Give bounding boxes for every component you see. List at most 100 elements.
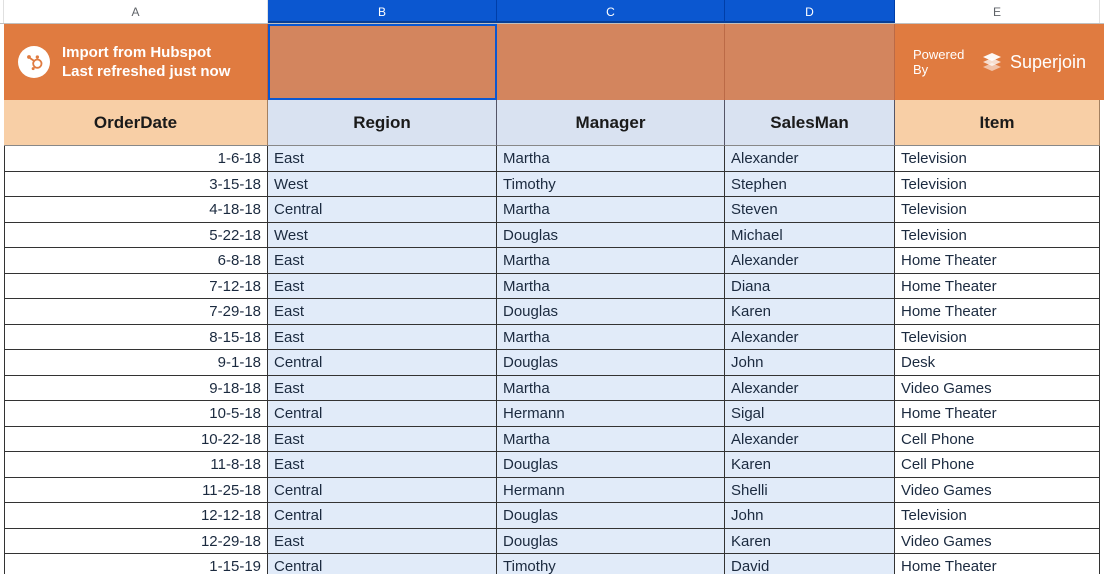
cell-E[interactable]: Cell Phone [895, 452, 1100, 478]
cell-D[interactable]: Alexander [725, 248, 895, 274]
cell-C[interactable]: Douglas [497, 350, 725, 376]
cell-E[interactable]: Home Theater [895, 274, 1100, 300]
table-row: 1-15-19CentralTimothyDavidHome Theater [0, 554, 1104, 574]
cell-C[interactable]: Martha [497, 248, 725, 274]
cell-B[interactable]: East [268, 299, 497, 325]
cell-A[interactable]: 11-8-18 [4, 452, 268, 478]
cell-E[interactable]: Video Games [895, 376, 1100, 402]
cell-C[interactable]: Martha [497, 197, 725, 223]
cell-C[interactable]: Hermann [497, 478, 725, 504]
cell-B[interactable]: West [268, 172, 497, 198]
cell-B[interactable]: East [268, 427, 497, 453]
cell-B[interactable]: East [268, 274, 497, 300]
cell-B[interactable]: East [268, 146, 497, 172]
cell-B[interactable]: East [268, 529, 497, 555]
cell-A[interactable]: 11-25-18 [4, 478, 268, 504]
cell-C[interactable]: Douglas [497, 529, 725, 555]
cell-C[interactable]: Hermann [497, 401, 725, 427]
cell-C[interactable]: Douglas [497, 299, 725, 325]
cell-A[interactable]: 9-18-18 [4, 376, 268, 402]
cell-B[interactable]: West [268, 223, 497, 249]
cell-A[interactable]: 4-18-18 [4, 197, 268, 223]
table-header-row: OrderDate Region Manager SalesMan Item [0, 100, 1104, 146]
col-header-A[interactable]: A [4, 0, 268, 23]
cell-B[interactable]: Central [268, 197, 497, 223]
cell-C[interactable]: Douglas [497, 452, 725, 478]
cell-C[interactable]: Martha [497, 146, 725, 172]
cell-B[interactable]: Central [268, 350, 497, 376]
cell-B[interactable]: Central [268, 554, 497, 574]
cell-B[interactable]: East [268, 452, 497, 478]
cell-E[interactable]: Television [895, 223, 1100, 249]
cell-D[interactable]: Michael [725, 223, 895, 249]
cell-B[interactable]: East [268, 325, 497, 351]
cell-A[interactable]: 12-29-18 [4, 529, 268, 555]
cell-B[interactable]: East [268, 376, 497, 402]
cell-D[interactable]: Sigal [725, 401, 895, 427]
cell-A[interactable]: 5-22-18 [4, 223, 268, 249]
cell-C[interactable]: Martha [497, 376, 725, 402]
cell-E[interactable]: Cell Phone [895, 427, 1100, 453]
col-header-C[interactable]: C [497, 0, 725, 23]
cell-C[interactable]: Timothy [497, 554, 725, 574]
cell-C[interactable]: Timothy [497, 172, 725, 198]
cell-D[interactable]: Alexander [725, 325, 895, 351]
cell-A[interactable]: 9-1-18 [4, 350, 268, 376]
cell-B[interactable]: East [268, 248, 497, 274]
cell-E[interactable]: Home Theater [895, 554, 1100, 574]
cell-A[interactable]: 8-15-18 [4, 325, 268, 351]
col-header-E[interactable]: E [895, 0, 1100, 23]
col-header-D[interactable]: D [725, 0, 895, 23]
cell-D[interactable]: John [725, 503, 895, 529]
cell-A[interactable]: 3-15-18 [4, 172, 268, 198]
cell-C[interactable]: Douglas [497, 223, 725, 249]
cell-D[interactable]: John [725, 350, 895, 376]
header-orderdate[interactable]: OrderDate [4, 100, 268, 146]
cell-B[interactable]: Central [268, 478, 497, 504]
cell-A[interactable]: 10-5-18 [4, 401, 268, 427]
cell-D[interactable]: Alexander [725, 427, 895, 453]
cell-E[interactable]: Video Games [895, 478, 1100, 504]
cell-C[interactable]: Martha [497, 325, 725, 351]
cell-B[interactable]: Central [268, 401, 497, 427]
cell-E[interactable]: Television [895, 503, 1100, 529]
header-salesman[interactable]: SalesMan [725, 100, 895, 146]
cell-D[interactable]: Stephen [725, 172, 895, 198]
cell-E[interactable]: Television [895, 146, 1100, 172]
col-header-B[interactable]: B [268, 0, 497, 23]
header-manager[interactable]: Manager [497, 100, 725, 146]
cell-E[interactable]: Home Theater [895, 401, 1100, 427]
cell-A[interactable]: 10-22-18 [4, 427, 268, 453]
cell-E[interactable]: Home Theater [895, 299, 1100, 325]
header-item[interactable]: Item [895, 100, 1100, 146]
cell-C[interactable]: Martha [497, 427, 725, 453]
cell-D[interactable]: Karen [725, 452, 895, 478]
cell-E[interactable]: Home Theater [895, 248, 1100, 274]
cell-E[interactable]: Television [895, 325, 1100, 351]
cell-E[interactable]: Television [895, 172, 1100, 198]
cell-A[interactable]: 12-12-18 [4, 503, 268, 529]
banner-cell-D[interactable] [725, 24, 895, 100]
cell-E[interactable]: Television [895, 197, 1100, 223]
cell-D[interactable]: Karen [725, 529, 895, 555]
header-region[interactable]: Region [268, 100, 497, 146]
cell-B[interactable]: Central [268, 503, 497, 529]
cell-A[interactable]: 1-15-19 [4, 554, 268, 574]
cell-A[interactable]: 1-6-18 [4, 146, 268, 172]
cell-D[interactable]: Shelli [725, 478, 895, 504]
cell-D[interactable]: Steven [725, 197, 895, 223]
cell-A[interactable]: 6-8-18 [4, 248, 268, 274]
cell-A[interactable]: 7-29-18 [4, 299, 268, 325]
cell-D[interactable]: Karen [725, 299, 895, 325]
cell-C[interactable]: Martha [497, 274, 725, 300]
cell-C[interactable]: Douglas [497, 503, 725, 529]
cell-D[interactable]: Alexander [725, 376, 895, 402]
banner-cell-B[interactable] [268, 24, 497, 100]
cell-A[interactable]: 7-12-18 [4, 274, 268, 300]
cell-D[interactable]: David [725, 554, 895, 574]
cell-E[interactable]: Video Games [895, 529, 1100, 555]
cell-D[interactable]: Diana [725, 274, 895, 300]
cell-E[interactable]: Desk [895, 350, 1100, 376]
cell-D[interactable]: Alexander [725, 146, 895, 172]
banner-cell-C[interactable] [497, 24, 725, 100]
